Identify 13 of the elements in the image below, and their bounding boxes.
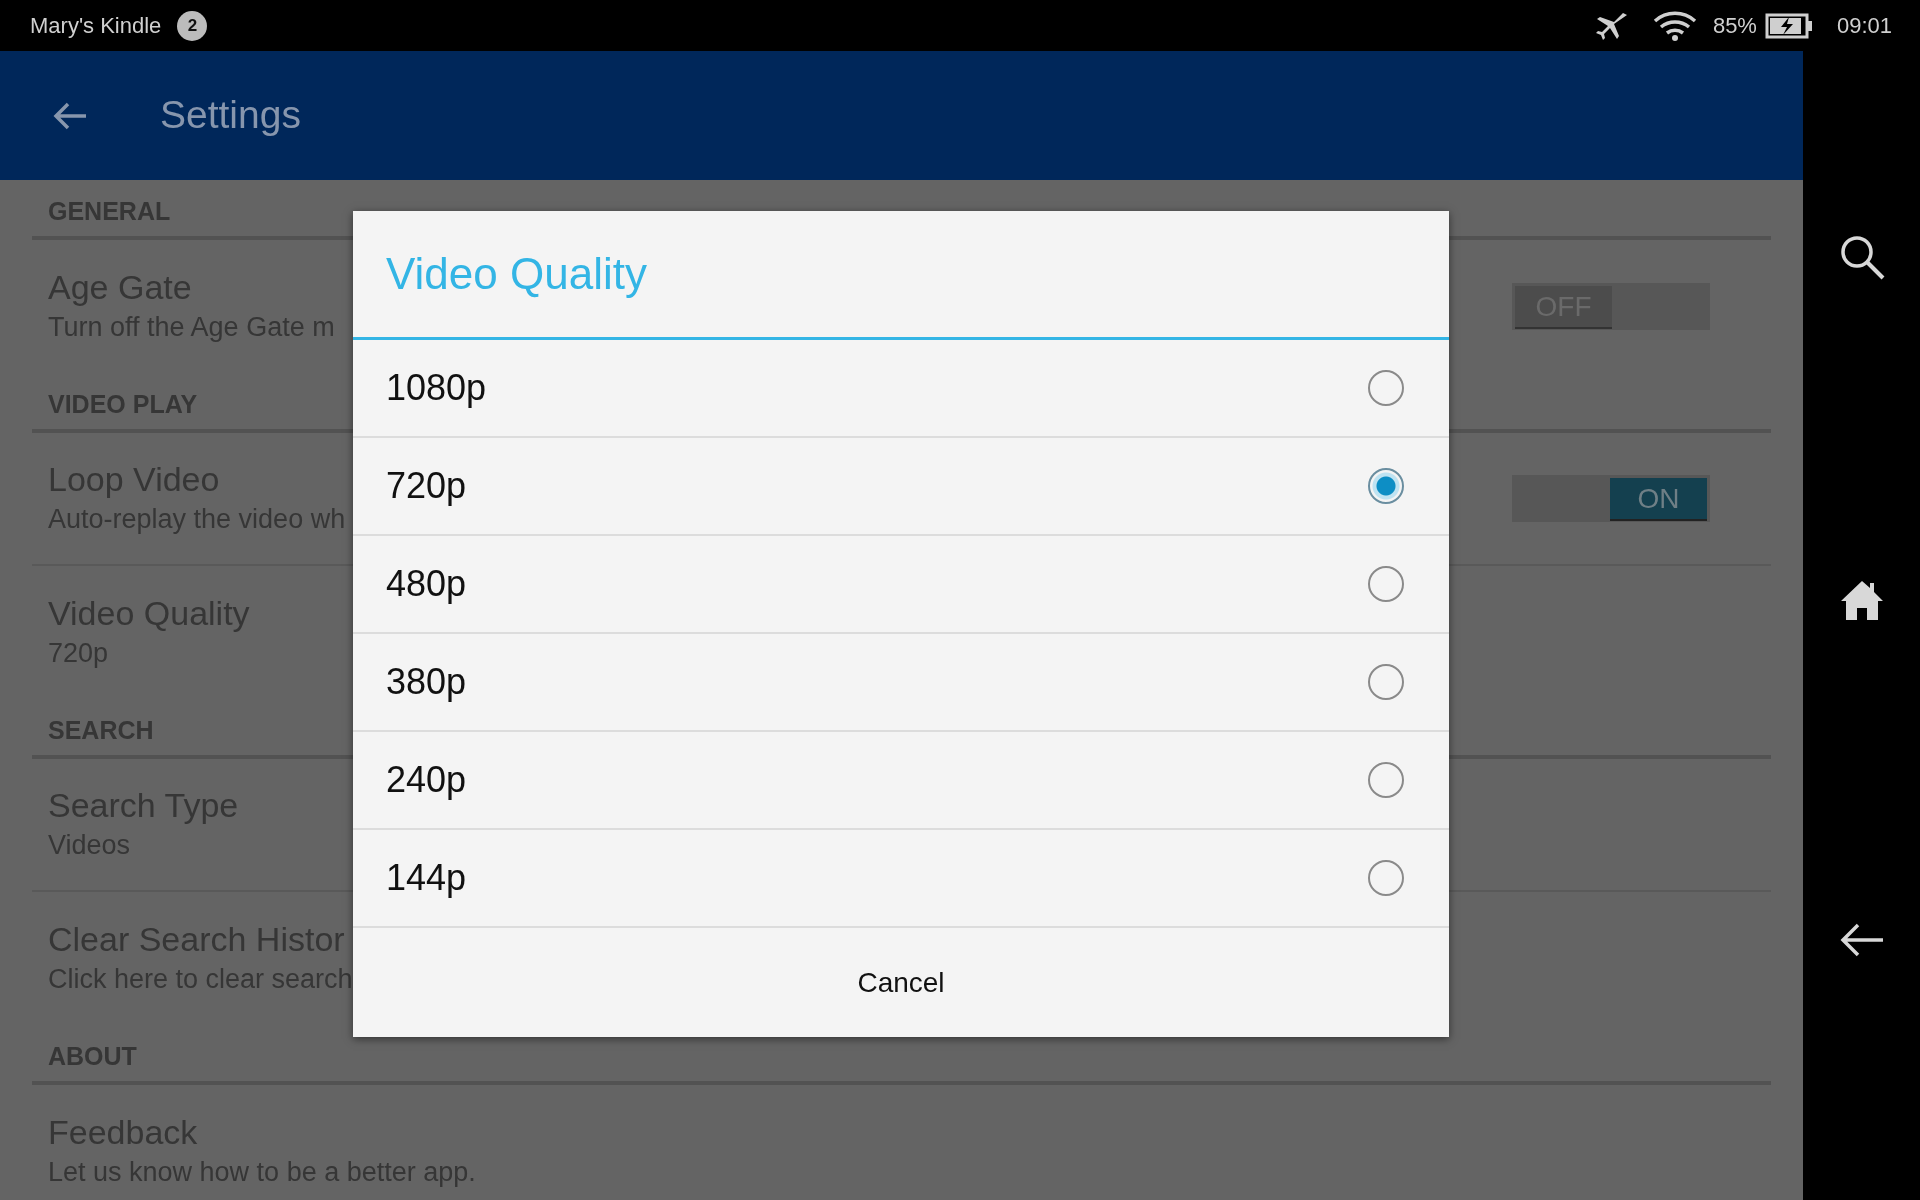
option-label: 240p xyxy=(386,758,467,802)
battery-percent: 85% xyxy=(1712,12,1757,40)
option-label: 144p xyxy=(386,856,467,900)
option-label: 480p xyxy=(386,562,467,606)
toggle-thumb: ON xyxy=(1610,478,1707,519)
dialog-title: Video Quality xyxy=(386,248,647,300)
option-label: 380p xyxy=(386,660,467,704)
app-title: Settings xyxy=(159,92,301,139)
device-name: Mary's Kindle xyxy=(30,12,162,40)
option-label: 720p xyxy=(386,464,467,508)
clock-time: 09:01 xyxy=(1836,12,1892,40)
option-label: 1080p xyxy=(386,366,487,410)
notification-count: 2 xyxy=(177,10,208,41)
